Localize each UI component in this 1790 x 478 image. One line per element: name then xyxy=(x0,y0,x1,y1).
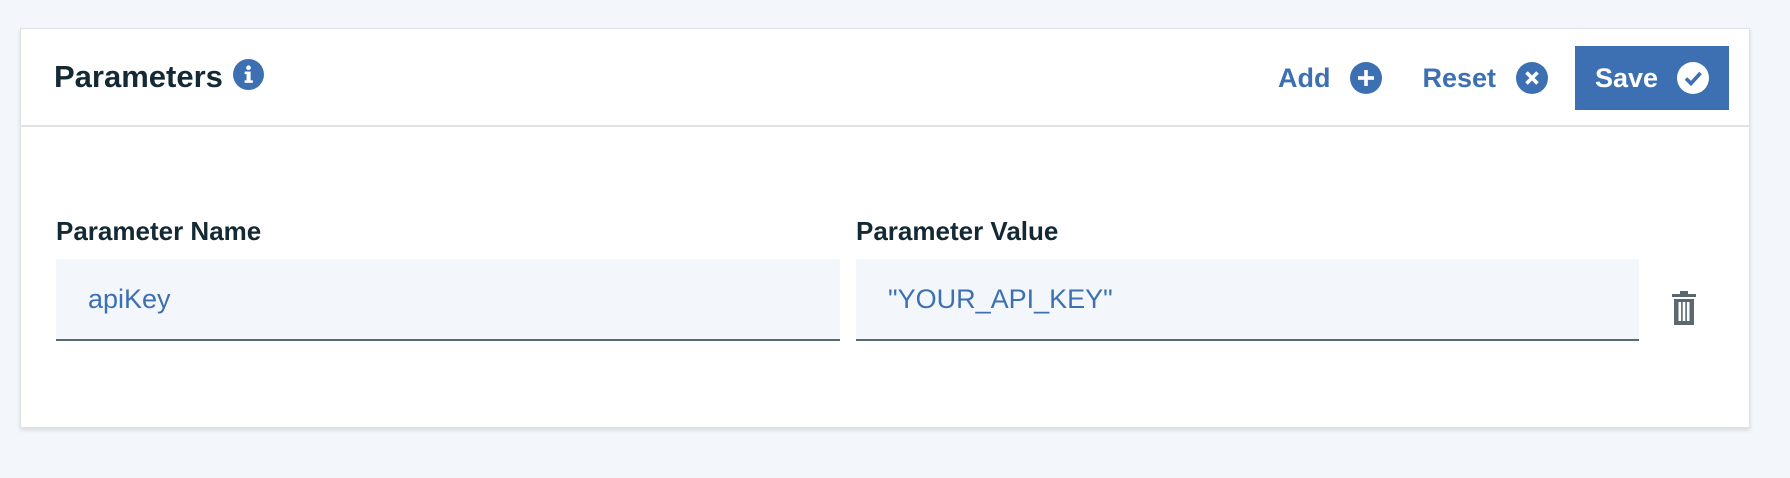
add-button[interactable]: Add xyxy=(1277,46,1383,110)
close-circle-icon xyxy=(1516,62,1548,94)
reset-button[interactable]: Reset xyxy=(1422,46,1548,110)
page-title: Parameters xyxy=(54,59,223,94)
info-icon[interactable] xyxy=(232,58,264,90)
header-actions: Add Reset Save xyxy=(1278,46,1729,110)
parameter-name-input[interactable]: apiKey xyxy=(56,259,840,341)
card-header: Parameters Add Reset Save xyxy=(21,29,1749,127)
parameter-name-label: Parameter Name xyxy=(56,216,262,246)
parameter-name-field: Parameter Name apiKey xyxy=(56,215,840,341)
plus-circle-icon xyxy=(1350,62,1383,94)
reset-button-label: Reset xyxy=(1422,63,1496,93)
parameters-card: Parameters Add Reset Save Parameter Name… xyxy=(20,28,1750,428)
checkmark-circle-icon xyxy=(1677,62,1709,94)
save-button-label: Save xyxy=(1595,62,1659,93)
save-button[interactable]: Save xyxy=(1575,46,1729,110)
trash-icon[interactable] xyxy=(1671,291,1703,331)
title-group: Parameters xyxy=(54,58,264,95)
parameter-value-input[interactable]: "YOUR_API_KEY" xyxy=(856,259,1639,341)
parameter-value-label: Parameter Value xyxy=(856,216,1059,246)
parameter-value-field: Parameter Value "YOUR_API_KEY" xyxy=(856,215,1639,341)
add-button-label: Add xyxy=(1277,63,1331,93)
